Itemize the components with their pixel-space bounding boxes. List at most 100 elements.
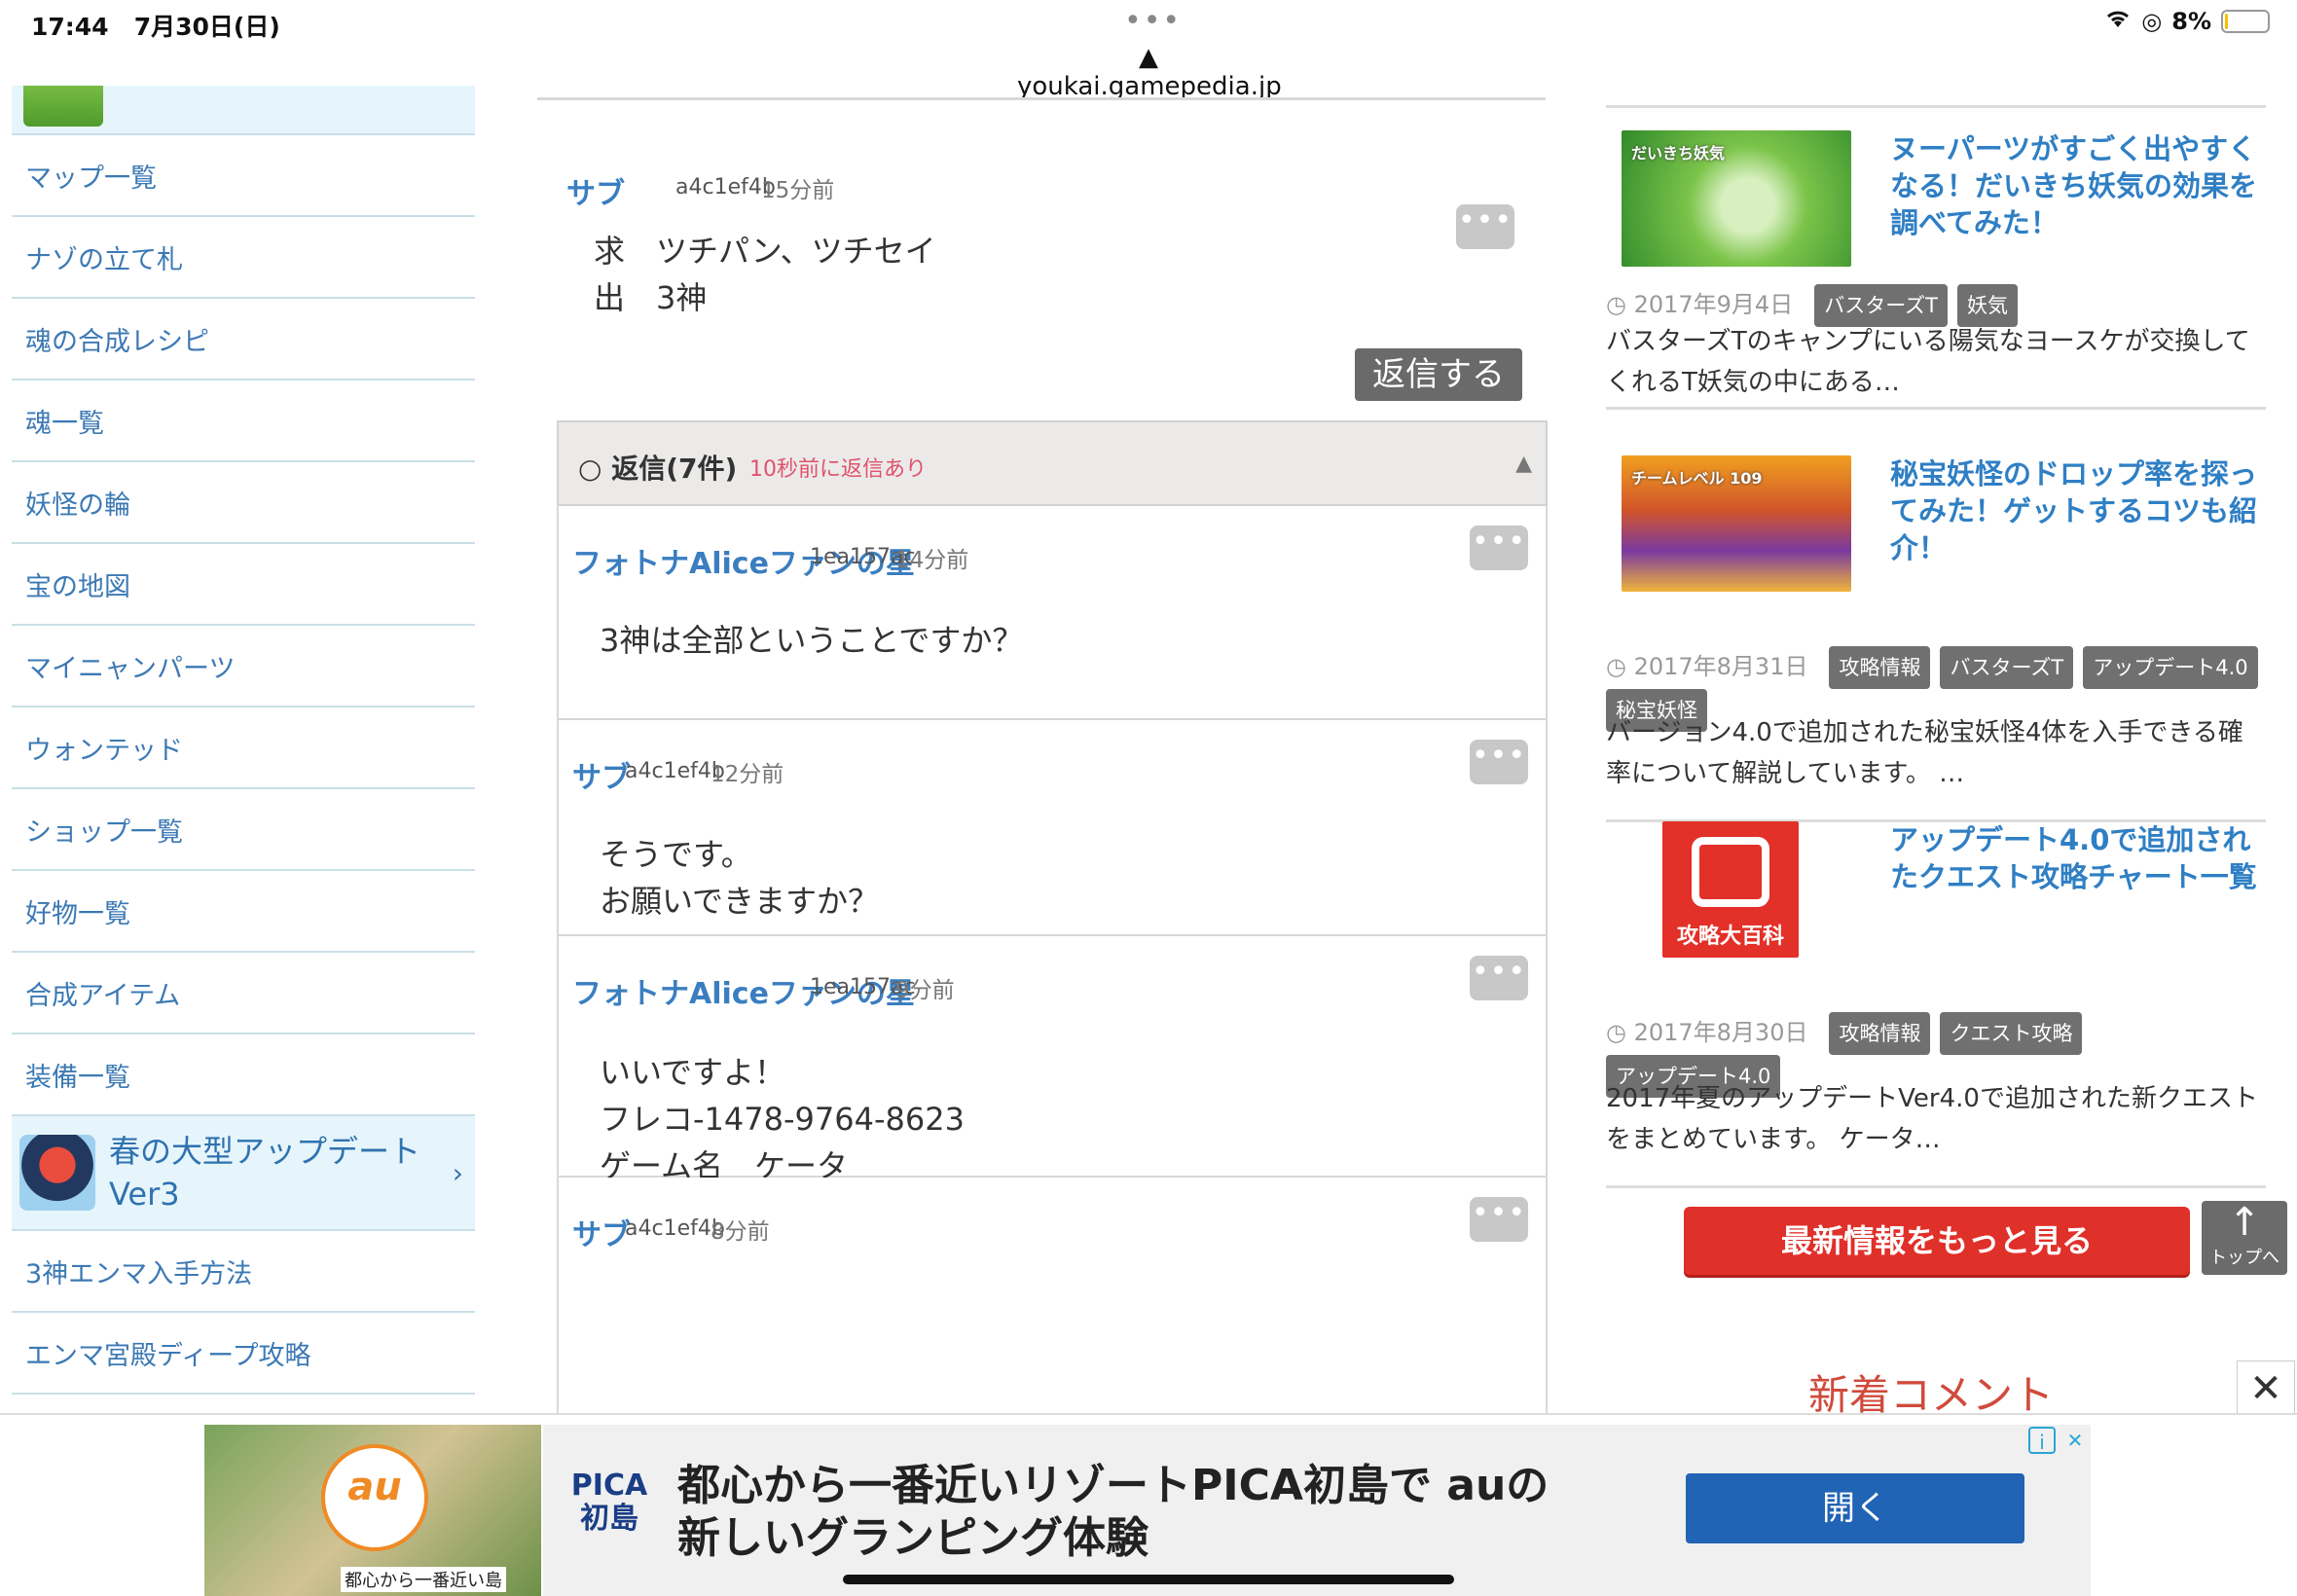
more-options-button[interactable]: ••• — [1470, 1197, 1528, 1242]
sidebar-item[interactable]: 魂の合成レシピ — [12, 299, 475, 381]
comment-thread: サブ a4c1ef4b 15分前 ••• 求 ツチパン、ツチセイ 出 3神 返信… — [535, 86, 1548, 1415]
comment-time: 14分前 — [895, 548, 969, 573]
more-options-button[interactable]: ••• — [1470, 526, 1528, 570]
more-news-button[interactable]: 最新情報をもっと見る — [1684, 1207, 2190, 1275]
article-date: ◷ 2017年8月30日 — [1606, 1019, 1807, 1046]
speech-bubble-icon: ○ — [578, 453, 602, 485]
comment-author[interactable]: サブ — [572, 753, 631, 796]
article-tag[interactable]: バスターズT — [1940, 646, 2074, 689]
reply-comment: フォトナAliceファンの星 1ea157ac 9分前 ••• いいですよ！ フレコ-1… — [557, 936, 1548, 1231]
article-thumbnail[interactable]: だいきち妖気 — [1622, 130, 1851, 267]
ad-headline: 都心から一番近いリゾートPICA初島で auの 新しいグランピング体験 — [677, 1461, 1550, 1563]
article-tag[interactable]: クエスト攻略 — [1940, 1012, 2083, 1055]
sidebar-item[interactable]: 妖怪の輪 — [12, 462, 475, 544]
battery-percent: 8% — [2171, 8, 2211, 35]
post-line-2: 出 3神 — [594, 279, 708, 316]
caret-up-icon[interactable]: ▲ — [1515, 452, 1532, 476]
comment-time: 8分前 — [711, 1219, 770, 1245]
back-to-top-button[interactable]: ↑ トップへ — [2202, 1201, 2287, 1275]
divider — [537, 97, 1546, 100]
ad-open-button[interactable]: 開く — [1686, 1473, 2024, 1543]
more-options-button[interactable]: ••• — [1456, 204, 1514, 249]
enma-avatar — [19, 1135, 95, 1211]
sidebar-item[interactable]: ナゾの立て札 — [12, 217, 475, 299]
article-description: バスターズTのキャンプにいる陽気なヨースケが交換してくれるT妖気の中にある… — [1606, 327, 2250, 397]
wifi-icon — [2104, 8, 2132, 35]
lock-rotation-icon: ◎ — [2141, 8, 2163, 35]
sidebar-item[interactable]: 装備一覧 — [12, 1034, 475, 1116]
status-time: 17:44 7月30日(日) — [31, 13, 280, 41]
ad-banner[interactable]: au 都心から一番近い島 PICA 初島 都心から一番近いリゾートPICA初島で … — [0, 1413, 2297, 1596]
sidebar-item[interactable]: 魂一覧 — [12, 381, 475, 462]
article-tag[interactable]: 攻略情報 — [1829, 1012, 1931, 1055]
comment-body: そうです。 お願いできますか？ — [600, 836, 880, 920]
sidebar-item[interactable]: マップ一覧 — [12, 135, 475, 217]
sidebar-item[interactable]: ショップ一覧 — [12, 789, 475, 871]
new-reply-notice: 10秒前に返信あり — [749, 457, 927, 482]
sidebar-item[interactable]: ウォンテッド — [12, 707, 475, 789]
article-date: ◷ 2017年8月31日 — [1606, 653, 1807, 680]
ad-controls: i ✕ — [2028, 1427, 2089, 1454]
article-date-text: 2017年8月30日 — [1633, 1019, 1808, 1046]
article-date-text: 2017年8月31日 — [1633, 653, 1808, 680]
article-date: ◷ 2017年9月4日 — [1606, 291, 1793, 318]
article-tag[interactable]: 攻略情報 — [1829, 646, 1931, 689]
comment-body: 3神は全部ということですか？ — [600, 622, 1024, 659]
sidebar-item[interactable]: エンマ宮殿ディープ攻略 — [12, 1313, 475, 1395]
article-thumbnail[interactable]: 攻略大百科 — [1662, 821, 1799, 958]
arrow-up-icon: ↑ — [2228, 1200, 2261, 1245]
article-tag[interactable]: アップデート4.0 — [2083, 646, 2258, 689]
gamepad-icon — [1692, 837, 1769, 907]
clock-icon: ◷ — [1606, 291, 1634, 318]
pica-logo: PICA 初島 — [570, 1469, 648, 1536]
clock-icon: ◷ — [1606, 1019, 1634, 1046]
back-to-top-label: トップへ — [2209, 1248, 2279, 1268]
article-description: 2017年夏のアップデートVer4.0で追加された新クエストをまとめています。 … — [1606, 1084, 2258, 1154]
sidebar-thumb — [23, 86, 103, 127]
article-card[interactable]: だいきち妖気 ヌーパーツがすごく出やすくなる！だいきち妖気の効果を調べてみた！ ◷ … — [1606, 130, 2266, 411]
sidebar-item-label: 春の大型アップデートVer3 — [109, 1133, 421, 1213]
multitask-dots[interactable]: ••• — [1124, 4, 1182, 38]
replies-header[interactable]: ○ 返信(7件) 10秒前に返信あり ▲ — [557, 420, 1548, 506]
ad-info-icon[interactable]: i — [2028, 1427, 2056, 1454]
sidebar-item[interactable]: 合成アイテム — [12, 953, 475, 1034]
ad-close-icon[interactable]: ✕ — [2061, 1427, 2089, 1454]
article-date-text: 2017年9月4日 — [1633, 291, 1794, 318]
more-options-button[interactable]: ••• — [1470, 740, 1528, 784]
sidebar-item-partial[interactable] — [12, 86, 475, 135]
reply-button[interactable]: 返信する — [1355, 348, 1522, 401]
more-options-button[interactable]: ••• — [1470, 956, 1528, 1000]
article-thumbnail[interactable]: チームレベル 109 — [1622, 455, 1851, 592]
article-card[interactable]: 攻略大百科 アップデート4.0で追加されたクエスト攻略チャート一覧 ◷ 2017年8… — [1606, 821, 2266, 1189]
article-title[interactable]: 秘宝妖怪のドロップ率を探ってみた！ゲットするコツも紹介！ — [1890, 455, 2260, 566]
thumbnail-text: チームレベル 109 — [1631, 469, 1763, 488]
comment-time: 12分前 — [711, 762, 784, 787]
article-description: バージョン4.0で追加された秘宝妖怪4体を入手できる確率について解説しています。… — [1606, 718, 2243, 788]
article-title[interactable]: ヌーパーツがすごく出やすくなる！だいきち妖気の効果を調べてみた！ — [1890, 130, 2260, 241]
clock-icon: ◷ — [1606, 653, 1634, 680]
home-indicator — [843, 1575, 1454, 1584]
status-indicators: ◎ 8% — [2104, 8, 2270, 35]
divider — [1606, 1185, 2266, 1188]
post-author[interactable]: サブ — [566, 169, 625, 212]
thumbnail-text: だいきち妖気 — [1631, 144, 1726, 163]
sidebar-nav: マップ一覧 ナゾの立て札 魂の合成レシピ 魂一覧 妖怪の輪 宝の地図 マイニャンパーツ ウォン… — [12, 86, 475, 1415]
article-title[interactable]: アップデート4.0で追加されたクエスト攻略チャート一覧 — [1890, 821, 2260, 895]
sidebar-item-update-ver3[interactable]: 春の大型アップデートVer3 › — [12, 1116, 475, 1231]
divider — [1606, 105, 2266, 108]
post-time: 15分前 — [761, 178, 835, 203]
chevron-right-icon: › — [452, 1156, 463, 1189]
reply-comment: サブ a4c1ef4b 8分前 ••• — [557, 1178, 1548, 1415]
close-icon[interactable]: ✕ — [2237, 1360, 2295, 1419]
sidebar-item[interactable]: 3神エンマ入手方法 — [12, 1231, 475, 1313]
article-card[interactable]: チームレベル 109 秘宝妖怪のドロップ率を探ってみた！ゲットするコツも紹介！ ◷ … — [1606, 455, 2266, 823]
reply-comment: サブ a4c1ef4b 12分前 ••• そうです。 お願いできますか？ — [557, 720, 1548, 936]
divider — [1606, 407, 2266, 410]
reply-comment: フォトナAliceファンの星 1ea157ac 14分前 ••• 3神は全部ということで… — [557, 506, 1548, 720]
post-line-1: 求 ツチパン、ツチセイ — [594, 233, 936, 270]
sidebar-item[interactable]: マイニャンパーツ — [12, 626, 475, 707]
replies-title: ○ 返信(7件) — [578, 453, 738, 485]
sidebar-item[interactable]: 宝の地図 — [12, 544, 475, 626]
sidebar-item[interactable]: 好物一覧 — [12, 871, 475, 953]
comment-author[interactable]: サブ — [572, 1211, 631, 1253]
